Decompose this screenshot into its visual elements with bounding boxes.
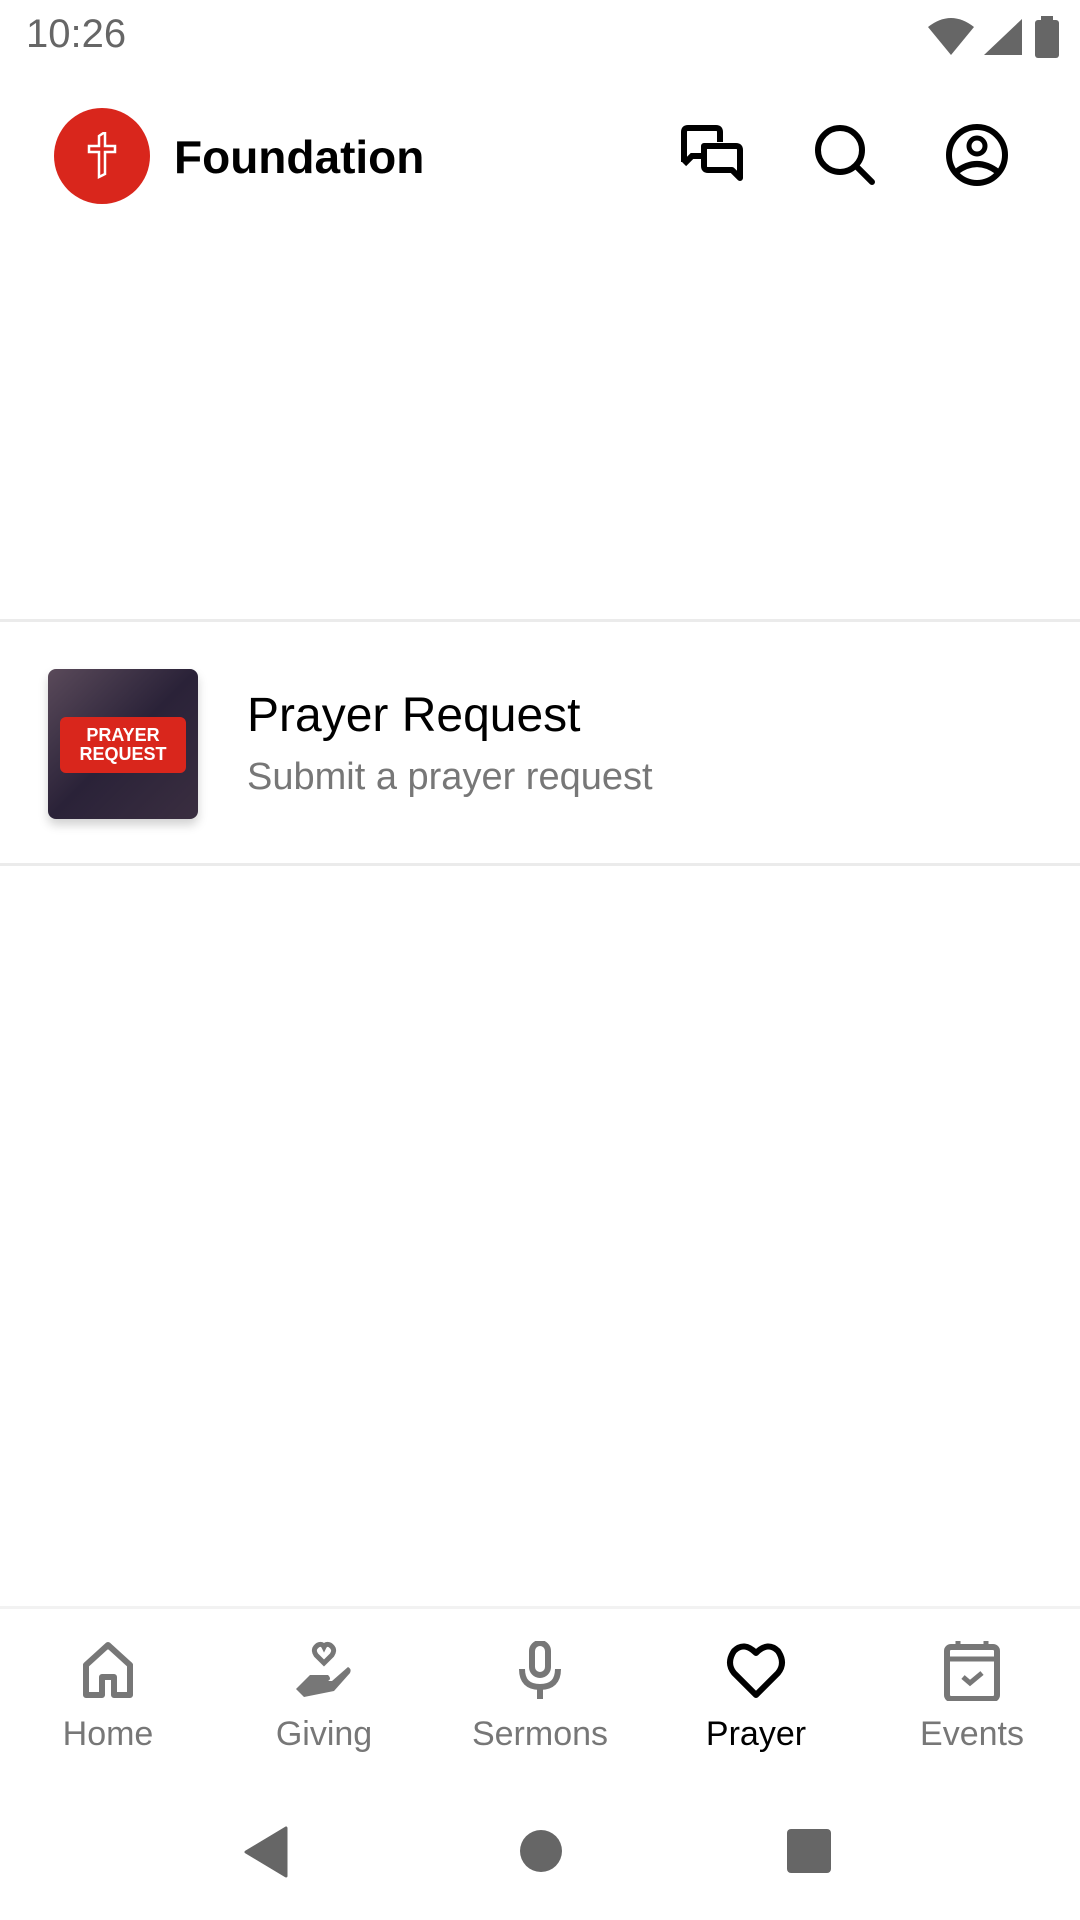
chat-button[interactable] <box>678 120 748 190</box>
nav-label: Prayer <box>705 1715 807 1753</box>
nav-label: Events <box>920 1715 1024 1753</box>
microphone-icon <box>519 1641 561 1699</box>
wifi-icon <box>928 18 974 55</box>
account-button[interactable] <box>942 120 1012 190</box>
app-title: Foundation <box>174 131 425 183</box>
list-divider-bottom <box>0 863 1080 866</box>
heart-icon <box>727 1643 785 1698</box>
back-icon[interactable] <box>244 1826 290 1878</box>
cellular-signal-icon <box>984 19 1022 55</box>
nav-label: Giving <box>275 1715 373 1753</box>
battery-icon <box>1035 16 1059 58</box>
list-item-prayer-request[interactable]: PRAYER REQUEST Prayer Request Submit a p… <box>0 622 1080 862</box>
home-circle-icon[interactable] <box>518 1828 564 1874</box>
system-nav-bar <box>0 1776 1080 1920</box>
list-item-title: Prayer Request <box>247 689 581 742</box>
nav-item-prayer[interactable]: Prayer <box>648 1609 864 1779</box>
chat-icon <box>681 125 743 181</box>
nav-item-events[interactable]: Events <box>864 1609 1080 1779</box>
list-item-subtitle: Submit a prayer request <box>247 756 653 798</box>
home-icon <box>83 1642 133 1698</box>
account-icon <box>946 124 1008 186</box>
app-logo[interactable] <box>54 108 150 204</box>
app-bar: Foundation <box>0 74 1080 238</box>
giving-hand-heart-icon <box>296 1641 351 1697</box>
nav-item-giving[interactable]: Giving <box>216 1609 432 1779</box>
search-button[interactable] <box>810 120 880 190</box>
status-time: 10:26 <box>26 12 127 56</box>
nav-item-home[interactable]: Home <box>0 1609 216 1779</box>
calendar-check-icon <box>944 1641 1000 1701</box>
nav-item-sermons[interactable]: Sermons <box>432 1609 648 1779</box>
recents-square-icon[interactable] <box>786 1828 832 1874</box>
bottom-nav: Home Giving Sermons Prayer Events <box>0 1606 1080 1779</box>
cross-logo-icon <box>87 132 117 180</box>
search-icon <box>815 125 875 185</box>
nav-label: Sermons <box>471 1715 609 1753</box>
thumbnail-badge: PRAYER REQUEST <box>60 717 186 773</box>
status-bar: 10:26 <box>0 0 1080 74</box>
nav-label: Home <box>62 1715 154 1753</box>
prayer-request-thumbnail: PRAYER REQUEST <box>48 669 198 819</box>
